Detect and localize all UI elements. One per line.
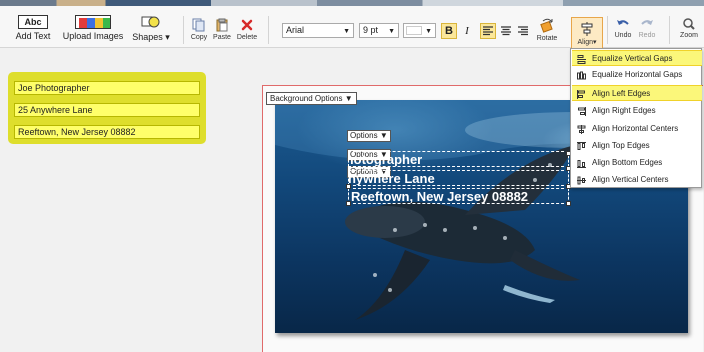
menu-item-label: Align Horizontal Centers (592, 124, 679, 133)
shapes-icon (141, 16, 160, 28)
equalize-vertical-gaps-icon (577, 55, 586, 64)
menu-item-label: Align Top Edges (592, 141, 650, 150)
copy-label: Copy (190, 34, 208, 41)
city-field[interactable]: Reeftown, New Jersey 08882 (14, 125, 200, 139)
chevron-down-icon: ▾ (165, 32, 170, 42)
paste-icon (216, 18, 228, 32)
redo-icon (641, 20, 653, 25)
shapes-button[interactable]: Shapes ▾ (130, 10, 172, 43)
chevron-down-icon: ▼ (379, 131, 388, 140)
align-vertical-centers-icon (577, 176, 586, 185)
paste-label: Paste (213, 34, 231, 41)
paste-button[interactable]: Paste (210, 18, 234, 41)
copy-button[interactable]: Copy (187, 18, 211, 41)
text-align-center-icon (501, 26, 511, 36)
menu-item-label: Align Vertical Centers (592, 175, 669, 184)
chevron-down-icon: ▼ (425, 28, 432, 35)
chevron-down-icon: ▾ (593, 39, 597, 46)
text-align-right-icon (518, 26, 528, 36)
options-label: Options (350, 131, 378, 140)
toolbar-divider (183, 16, 184, 44)
chevron-down-icon: ▼ (388, 28, 395, 35)
undo-label: Undo (614, 32, 632, 39)
shapes-label: Shapes (132, 32, 163, 42)
resize-handle[interactable] (566, 201, 571, 206)
canvas-text-address[interactable]: 25 Anywhere Lane (348, 170, 569, 186)
undo-button[interactable]: Undo (612, 18, 634, 39)
rotate-label: Rotate (536, 35, 558, 42)
align-right-text-button[interactable] (515, 23, 531, 39)
align-center-text-button[interactable] (498, 23, 514, 39)
toolbar-divider (607, 16, 608, 44)
rotate-icon (540, 18, 553, 33)
menu-item-align-vertical-centers[interactable]: Align Vertical Centers (572, 172, 702, 188)
menu-item-label: Equalize Vertical Gaps (592, 54, 673, 63)
delete-button[interactable]: Delete (234, 18, 260, 41)
redo-label: Redo (638, 32, 656, 39)
redo-button[interactable]: Redo (636, 18, 658, 39)
toolbar-divider (268, 16, 269, 44)
background-options-label: Background Options (270, 94, 343, 103)
canvas-text-city[interactable]: Reeftown, New Jersey 08882 (348, 188, 569, 204)
zoom-button[interactable]: Zoom (676, 18, 702, 39)
text-align-left-icon (483, 26, 493, 36)
equalize-horizontal-gaps-icon (577, 71, 586, 80)
align-icon (581, 22, 593, 36)
menu-item-label: Align Right Edges (592, 106, 656, 115)
align-bottom-edges-icon (577, 160, 586, 168)
align-left-edges-icon (577, 90, 585, 99)
zoom-label: Zoom (680, 32, 698, 39)
bold-button[interactable]: B (441, 23, 457, 39)
font-size-select[interactable]: 9 pt ▼ (359, 23, 399, 38)
toolbar-divider (669, 16, 670, 44)
menu-item-align-right-edges[interactable]: Align Right Edges (572, 103, 702, 119)
delete-label: Delete (236, 34, 258, 41)
upload-images-label: Upload Images (62, 31, 124, 41)
chevron-down-icon: ▼ (343, 28, 350, 35)
text-color-select[interactable]: ▼ (403, 23, 436, 38)
font-family-value: Arial (286, 25, 305, 35)
options-button-name[interactable]: Options ▼ (347, 130, 391, 142)
align-button[interactable]: Align▾ (571, 17, 603, 52)
upload-images-button[interactable]: Upload Images (60, 10, 126, 41)
menu-item-equalize-vertical-gaps[interactable]: Equalize Vertical Gaps (572, 50, 702, 66)
align-top-edges-icon (577, 142, 586, 150)
menu-item-align-left-edges[interactable]: Align Left Edges (572, 85, 702, 101)
add-text-icon: Abc (18, 15, 48, 29)
menu-item-label: Equalize Horizontal Gaps (592, 70, 683, 79)
add-text-label: Add Text (15, 31, 51, 41)
name-field[interactable]: Joe Photographer (14, 81, 200, 95)
rotate-button[interactable]: Rotate (534, 17, 560, 42)
toolbar: Abc Add Text Upload Images Shapes ▾ Copy… (0, 6, 704, 52)
copy-icon (192, 18, 205, 32)
add-text-button[interactable]: Abc Add Text (10, 10, 56, 41)
zoom-icon (683, 18, 695, 30)
align-right-edges-icon (578, 107, 586, 116)
menu-item-align-top-edges[interactable]: Align Top Edges (572, 138, 702, 154)
menu-item-align-horizontal-centers[interactable]: Align Horizontal Centers (572, 121, 702, 137)
delete-icon (241, 19, 253, 31)
address-field[interactable]: 25 Anywhere Lane (14, 103, 200, 117)
text-fields-panel: Joe Photographer 25 Anywhere Lane Reefto… (8, 72, 206, 144)
font-family-select[interactable]: Arial ▼ (282, 23, 354, 38)
color-swatch (406, 26, 422, 35)
app-window: Abc Add Text Upload Images Shapes ▾ Copy… (0, 0, 704, 352)
menu-item-equalize-horizontal-gaps[interactable]: Equalize Horizontal Gaps (572, 67, 702, 83)
chevron-down-icon: ▼ (344, 94, 353, 103)
menu-item-label: Align Left Edges (592, 89, 651, 98)
font-size-value: 9 pt (363, 25, 379, 35)
resize-handle[interactable] (346, 184, 351, 189)
undo-icon (617, 20, 629, 25)
menu-item-label: Align Bottom Edges (592, 158, 663, 167)
background-options-button[interactable]: Background Options ▼ (266, 92, 357, 105)
italic-button[interactable]: I (459, 23, 475, 39)
upload-images-icon (75, 15, 111, 29)
menu-item-align-bottom-edges[interactable]: Align Bottom Edges (572, 155, 702, 171)
align-menu: Equalize Vertical Gaps Equalize Horizont… (570, 48, 702, 188)
align-left-text-button[interactable] (480, 23, 496, 39)
canvas-text-name[interactable]: Joe Photographer (348, 151, 569, 167)
align-horizontal-centers-icon (577, 125, 586, 134)
resize-handle[interactable] (346, 201, 351, 206)
align-label: Align (577, 39, 594, 46)
